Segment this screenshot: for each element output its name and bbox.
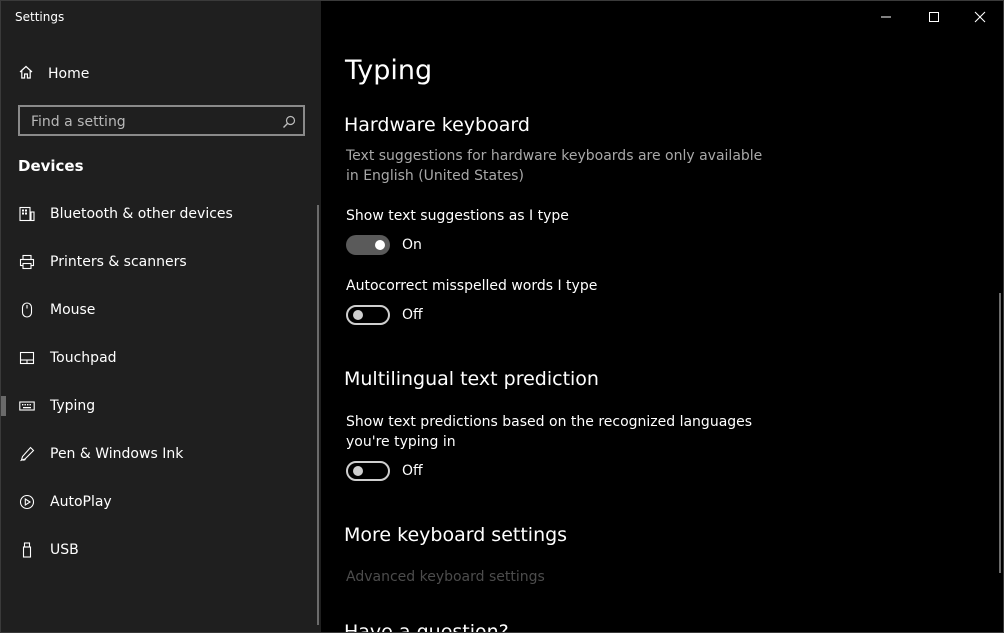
sidebar-item-printers[interactable]: Printers & scanners: [1, 238, 319, 286]
autocorrect-toggle[interactable]: [346, 305, 390, 325]
multilingual-prediction-state: Off: [402, 463, 423, 479]
autoplay-icon: [18, 493, 36, 511]
keyboard-icon: [18, 397, 36, 415]
pen-icon: [18, 445, 36, 463]
multilingual-prediction-toggle[interactable]: [346, 461, 390, 481]
more-keyboard-settings-heading: More keyboard settings: [344, 524, 568, 546]
text-suggestions-setting: On: [346, 235, 422, 255]
content-scrollbar[interactable]: [999, 293, 1001, 573]
autocorrect-setting: Off: [346, 305, 423, 325]
content-pane: Typing Hardware keyboard Text suggestion…: [321, 1, 1003, 633]
advanced-keyboard-settings-link[interactable]: Advanced keyboard settings: [346, 569, 545, 585]
minimize-icon: [881, 16, 891, 18]
window-title: Settings: [15, 10, 65, 24]
minimize-button[interactable]: [863, 1, 909, 33]
close-icon: [974, 11, 986, 23]
sidebar-scrollbar[interactable]: [317, 205, 319, 625]
sidebar-item-label: Pen & Windows Ink: [50, 446, 184, 462]
multilingual-prediction-label: Show text predictions based on the recog…: [346, 414, 753, 450]
toggle-knob: [375, 240, 385, 250]
sidebar-item-label: Mouse: [50, 302, 96, 318]
usb-icon: [18, 541, 36, 559]
search-box: [18, 105, 305, 136]
bluetooth-devices-icon: [18, 205, 36, 223]
autocorrect-state: Off: [402, 307, 423, 323]
maximize-icon: [929, 12, 939, 22]
text-suggestions-toggle[interactable]: [346, 235, 390, 255]
device-nav-list: Bluetooth & other devices Printers & sca…: [1, 190, 319, 574]
page-title: Typing: [345, 55, 433, 86]
maximize-button[interactable]: [911, 1, 957, 33]
sidebar-item-bluetooth[interactable]: Bluetooth & other devices: [1, 190, 319, 238]
sidebar-item-mouse[interactable]: Mouse: [1, 286, 319, 334]
sidebar-item-usb[interactable]: USB: [1, 526, 319, 574]
section-header: Devices: [18, 157, 84, 175]
close-button[interactable]: [957, 1, 1003, 33]
hardware-keyboard-description: Text suggestions for hardware keyboards …: [346, 148, 763, 184]
search-icon[interactable]: [282, 114, 296, 133]
home-label: Home: [48, 66, 90, 82]
home-icon: [18, 64, 34, 84]
multilingual-prediction-setting: Off: [346, 461, 423, 481]
toggle-knob: [353, 310, 363, 320]
autocorrect-label: Autocorrect misspelled words I type: [346, 278, 598, 294]
sidebar-item-label: Touchpad: [50, 350, 117, 366]
sidebar-item-label: Printers & scanners: [50, 254, 187, 270]
toggle-knob: [353, 466, 363, 476]
have-a-question-heading: Have a question?: [344, 621, 509, 633]
text-suggestions-label: Show text suggestions as I type: [346, 208, 569, 224]
home-nav-item[interactable]: Home: [18, 63, 89, 85]
hardware-keyboard-heading: Hardware keyboard: [344, 114, 530, 136]
sidebar-item-pen[interactable]: Pen & Windows Ink: [1, 430, 319, 478]
multilingual-heading: Multilingual text prediction: [344, 368, 599, 390]
mouse-icon: [18, 301, 36, 319]
sidebar-item-label: AutoPlay: [50, 494, 112, 510]
settings-window: Settings Home Devices Bluetooth & other …: [0, 0, 1004, 633]
search-input[interactable]: [29, 107, 283, 136]
sidebar-item-label: Bluetooth & other devices: [50, 206, 233, 222]
sidebar-item-touchpad[interactable]: Touchpad: [1, 334, 319, 382]
sidebar-item-autoplay[interactable]: AutoPlay: [1, 478, 319, 526]
touchpad-icon: [18, 349, 36, 367]
printer-icon: [18, 253, 36, 271]
text-suggestions-state: On: [402, 237, 422, 253]
sidebar: Settings Home Devices Bluetooth & other …: [1, 1, 321, 632]
sidebar-item-label: USB: [50, 542, 79, 558]
sidebar-item-typing[interactable]: Typing: [1, 382, 319, 430]
sidebar-item-label: Typing: [50, 398, 96, 414]
